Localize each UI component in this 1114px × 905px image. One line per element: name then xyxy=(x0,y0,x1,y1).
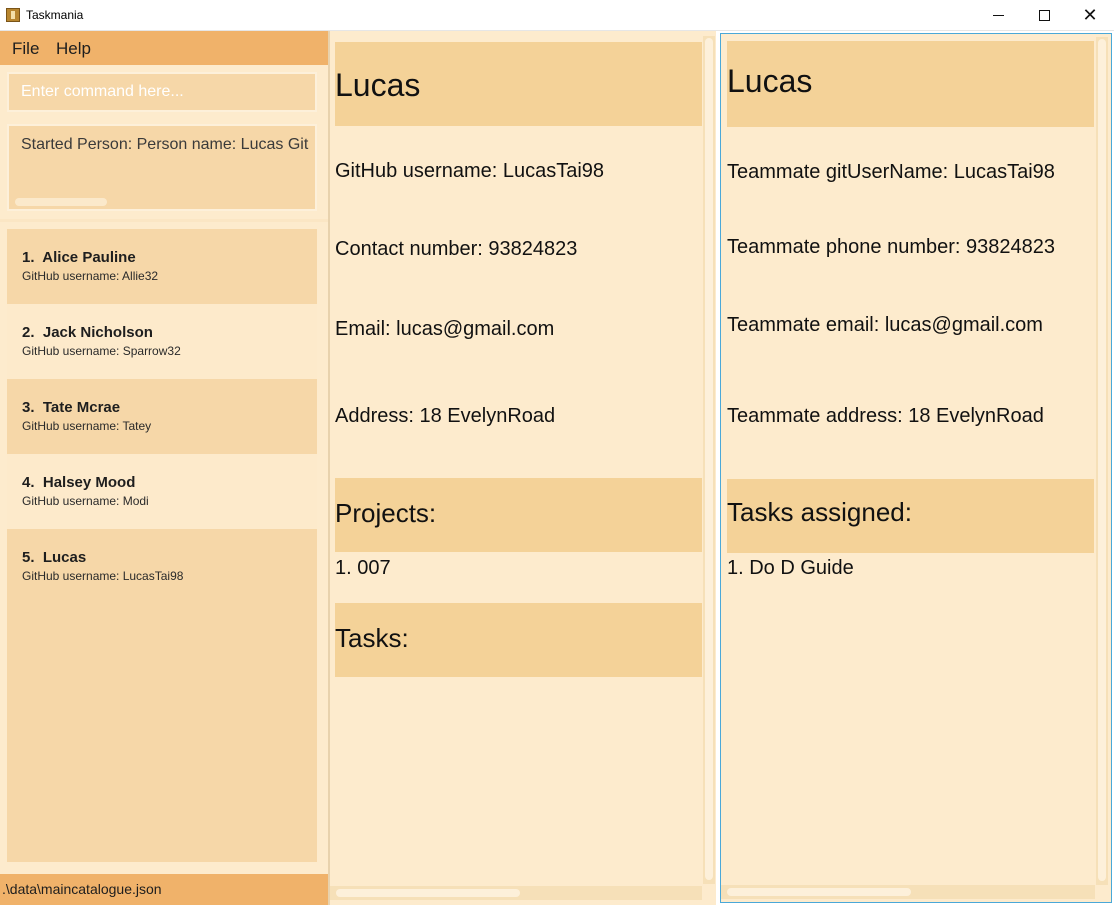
person-name: 5. Lucas xyxy=(22,549,87,566)
window-title: Taskmania xyxy=(26,8,84,22)
person-card[interactable]: 4. Halsey Mood GitHub username: Modi xyxy=(7,454,317,529)
person-github: GitHub username: Allie32 xyxy=(22,269,159,283)
app-icon xyxy=(6,8,20,22)
teammate-detail-email: Teammate email: lucas@gmail.com xyxy=(727,314,1043,336)
person-name: 4. Halsey Mood xyxy=(22,474,136,491)
person-github: GitHub username: Tatey xyxy=(22,419,152,433)
assigned-task-item: 1. Do D Guide xyxy=(727,557,854,579)
person-name: 1. Alice Pauline xyxy=(22,249,136,266)
person-card[interactable]: 1. Alice Pauline GitHub username: Allie3… xyxy=(7,229,317,304)
person-card[interactable]: 3. Tate Mcrae GitHub username: Tatey xyxy=(7,379,317,454)
maximize-icon xyxy=(1038,10,1050,21)
tasks-assigned-header-text: Tasks assigned: xyxy=(727,497,912,527)
teammate-detail-content: Lucas Teammate gitUserName: LucasTai98 T… xyxy=(727,41,1094,889)
vertical-scrollbar[interactable] xyxy=(1096,37,1108,885)
close-button[interactable]: ✕ xyxy=(1067,0,1113,31)
scrollbar-thumb[interactable] xyxy=(705,38,713,880)
save-location: .\data\maincatalogue.json xyxy=(2,881,162,897)
person-detail-contact: Contact number: 93824823 xyxy=(335,238,578,260)
status-bar: .\data\maincatalogue.json xyxy=(0,874,328,905)
person-detail-github: GitHub username: LucasTai98 xyxy=(335,160,605,182)
teammate-detail-panel: Lucas Teammate gitUserName: LucasTai98 T… xyxy=(720,33,1112,903)
person-name: 2. Jack Nicholson xyxy=(22,324,153,341)
minimize-button[interactable] xyxy=(975,0,1021,31)
person-detail-panel: Lucas GitHub username: LucasTai98 Contac… xyxy=(330,31,716,905)
person-name: 3. Tate Mcrae xyxy=(22,399,121,416)
tasks-header: Tasks: xyxy=(335,603,702,677)
command-input[interactable] xyxy=(9,74,315,110)
person-list[interactable]: 1. Alice Pauline GitHub username: Allie3… xyxy=(7,229,317,862)
teammate-detail-address: Teammate address: 18 EvelynRoad xyxy=(727,405,1044,427)
result-display[interactable]: Started Person: Person name: Lucas Git xyxy=(7,124,317,211)
title-bar: Taskmania ✕ xyxy=(0,0,1114,31)
scrollbar-thumb[interactable] xyxy=(336,889,520,897)
menu-file[interactable]: File xyxy=(12,39,39,59)
person-github: GitHub username: LucasTai98 xyxy=(22,569,184,583)
teammate-detail-name: Lucas xyxy=(727,63,813,99)
person-detail-address: Address: 18 EvelynRoad xyxy=(335,405,556,427)
close-icon: ✕ xyxy=(1082,4,1098,26)
maximize-button[interactable] xyxy=(1021,0,1067,31)
scrollbar-thumb[interactable] xyxy=(1098,39,1106,881)
person-name-header: Lucas xyxy=(335,42,702,126)
menu-bar: File Help xyxy=(0,31,328,65)
result-horizontal-scrollbar[interactable] xyxy=(15,198,107,206)
tasks-assigned-header: Tasks assigned: xyxy=(727,479,1094,553)
person-card[interactable]: 2. Jack Nicholson GitHub username: Sparr… xyxy=(7,304,317,379)
horizontal-scrollbar[interactable] xyxy=(721,885,1095,899)
menu-help[interactable]: Help xyxy=(56,39,91,59)
person-detail-content: Lucas GitHub username: LucasTai98 Contac… xyxy=(335,42,702,890)
project-item: 1. 007 xyxy=(335,557,391,579)
scrollbar-thumb[interactable] xyxy=(727,888,911,896)
result-text: Started Person: Person name: Lucas Git xyxy=(21,136,309,153)
command-box xyxy=(7,72,317,112)
teammate-name-header: Lucas xyxy=(727,41,1094,127)
person-card[interactable]: 5. Lucas GitHub username: LucasTai98 xyxy=(7,529,317,604)
person-github: GitHub username: Sparrow32 xyxy=(22,344,181,358)
person-github: GitHub username: Modi xyxy=(22,494,149,508)
tasks-header-text: Tasks: xyxy=(335,623,409,653)
teammate-detail-phone: Teammate phone number: 93824823 xyxy=(727,236,1056,258)
person-detail-email: Email: lucas@gmail.com xyxy=(335,318,555,340)
left-panel: File Help Started Person: Person name: L… xyxy=(0,31,328,905)
horizontal-scrollbar[interactable] xyxy=(330,886,702,900)
teammate-detail-git-user: Teammate gitUserName: LucasTai98 xyxy=(727,161,1055,183)
divider xyxy=(0,219,328,222)
projects-header: Projects: xyxy=(335,478,702,552)
vertical-scrollbar[interactable] xyxy=(703,36,715,884)
minimize-icon xyxy=(992,15,1004,16)
projects-header-text: Projects: xyxy=(335,498,437,528)
person-detail-name: Lucas xyxy=(335,67,421,103)
